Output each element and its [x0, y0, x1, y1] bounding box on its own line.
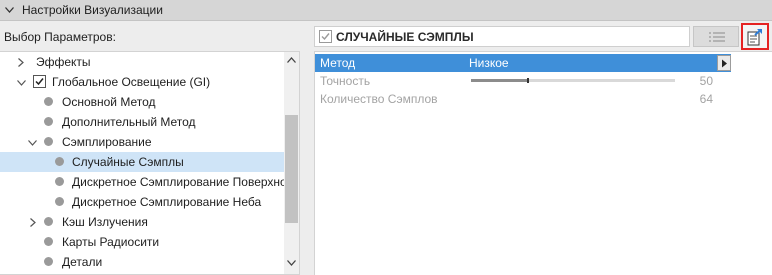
checkmark-icon — [35, 78, 44, 86]
tree-item-label: Карты Радиосити — [62, 235, 160, 249]
property-name: Точность — [320, 74, 371, 88]
list-view-button[interactable] — [693, 26, 739, 47]
property-value[interactable]: 64 — [700, 92, 713, 106]
tree-item-irradiance-cache[interactable]: Кэш Излучения — [0, 212, 284, 232]
tree-item-discrete-surface-sampling[interactable]: Дискретное Сэмплирование Поверхности — [0, 172, 299, 192]
gi-checkbox[interactable] — [33, 75, 46, 88]
scroll-down-icon[interactable] — [287, 260, 296, 266]
bullet-icon — [44, 257, 53, 266]
tree-item-effects[interactable]: Эффекты — [0, 52, 284, 72]
tree-item-global-illumination[interactable]: Глобальное Освещение (GI) — [0, 72, 284, 92]
header-title: Настройки Визуализации — [22, 3, 163, 17]
precision-slider[interactable] — [471, 78, 675, 83]
list-icon — [709, 32, 725, 42]
settings-header[interactable]: Настройки Визуализации — [0, 0, 772, 21]
chevron-right-icon[interactable] — [18, 58, 24, 67]
section-header: СЛУЧАЙНЫЕ СЭМПЛЫ — [314, 26, 690, 47]
tree-item-random-samples[interactable]: Случайные Сэмплы — [0, 152, 284, 172]
property-value: 50 — [699, 74, 713, 88]
tree-item-label: Детали — [62, 255, 103, 269]
tree-item-label: Дискретное Сэмплирование Неба — [72, 195, 262, 209]
chevron-down-icon[interactable] — [17, 80, 26, 86]
section-enable-checkbox[interactable] — [319, 30, 332, 43]
parameters-label: Выбор Параметров: — [4, 30, 116, 44]
tree-item-details[interactable]: Детали — [0, 252, 284, 272]
scroll-up-icon[interactable] — [287, 57, 296, 63]
triangle-right-icon — [722, 59, 727, 68]
export-settings-button[interactable] — [741, 23, 769, 50]
tree-item-label: Глобальное Освещение (GI) — [52, 75, 211, 89]
bullet-icon — [55, 177, 64, 186]
slider-handle[interactable] — [527, 78, 529, 83]
bullet-icon — [55, 157, 64, 166]
bullet-icon — [55, 197, 64, 206]
tree-item-primary-method[interactable]: Основной Метод — [0, 92, 284, 112]
parameter-tree: Эффекты Глобальное Освещение (GI) Основн… — [0, 51, 300, 275]
tree-item-label: Эффекты — [36, 55, 91, 69]
section-title: СЛУЧАЙНЫЕ СЭМПЛЫ — [336, 30, 474, 44]
tree-item-label: Основной Метод — [62, 95, 156, 109]
property-row-precision[interactable]: Точность 50 — [315, 72, 731, 90]
tree-scrollbar[interactable] — [284, 52, 299, 274]
checkmark-icon — [321, 33, 330, 41]
bullet-icon — [44, 117, 53, 126]
property-name: Метод — [320, 56, 356, 70]
bullet-icon — [44, 97, 53, 106]
property-row-method[interactable]: Метод Низкое — [315, 54, 731, 72]
bullet-icon — [44, 217, 53, 226]
tree-item-secondary-method[interactable]: Дополнительный Метод — [0, 112, 284, 132]
tree-item-label: Дискретное Сэмплирование Поверхности — [72, 175, 300, 189]
bullet-icon — [44, 237, 53, 246]
method-select-value[interactable]: Низкое — [469, 56, 509, 70]
tree-item-radiosity-maps[interactable]: Карты Радиосити — [0, 232, 284, 252]
property-name: Количество Сэмплов — [320, 92, 438, 106]
chevron-down-icon[interactable] — [5, 7, 14, 13]
tree-item-label: Сэмплирование — [62, 135, 152, 149]
tree-item-sampling[interactable]: Сэмплирование — [0, 132, 284, 152]
property-row-sample-count[interactable]: Количество Сэмплов 64 — [315, 90, 731, 108]
export-document-icon — [747, 28, 762, 46]
tree-item-discrete-sky-sampling[interactable]: Дискретное Сэмплирование Неба — [0, 192, 284, 212]
tree-item-label: Кэш Излучения — [62, 215, 148, 229]
slider-fill — [471, 79, 527, 82]
tree-item-label: Случайные Сэмплы — [72, 155, 184, 169]
property-panel: Метод Низкое Точность 50 Количество Сэмп… — [314, 51, 772, 275]
scrollbar-thumb[interactable] — [285, 115, 298, 223]
tree-item-label: Дополнительный Метод — [62, 115, 196, 129]
chevron-down-icon[interactable] — [28, 140, 37, 146]
chevron-right-icon[interactable] — [30, 218, 36, 227]
method-dropdown-button[interactable] — [717, 55, 731, 71]
bullet-icon — [44, 137, 53, 146]
